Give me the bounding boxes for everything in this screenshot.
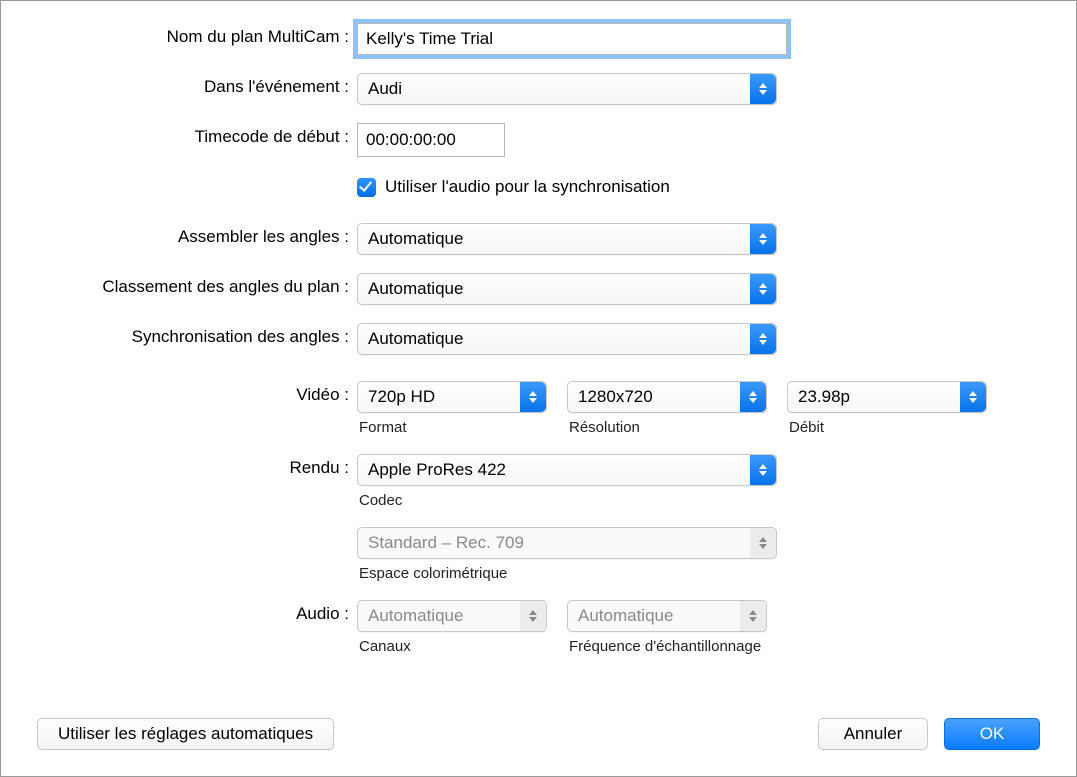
colorspace-select: Standard – Rec. 709 <box>357 527 777 559</box>
audio-channels-sublabel: Canaux <box>357 638 547 655</box>
stepper-icon <box>750 324 776 354</box>
colorspace-sublabel: Espace colorimétrique <box>357 565 507 582</box>
ordering-value: Automatique <box>368 279 463 299</box>
stepper-icon <box>750 274 776 304</box>
audio-samplerate-select: Automatique <box>567 600 767 632</box>
audio-samplerate-value: Automatique <box>578 606 673 626</box>
stepper-icon <box>750 455 776 485</box>
audio-channels-select: Automatique <box>357 600 547 632</box>
audio-samplerate-sublabel: Fréquence d'échantillonnage <box>567 638 767 655</box>
sync-label: Synchronisation des angles : <box>37 323 357 347</box>
audio-label: Audio : <box>37 600 357 624</box>
render-label: Rendu : <box>37 454 357 478</box>
event-select[interactable]: Audi <box>357 73 777 105</box>
video-resolution-select[interactable]: 1280x720 <box>567 381 767 413</box>
start-tc-label: Timecode de début : <box>37 123 357 147</box>
stepper-icon <box>520 601 546 631</box>
stepper-icon <box>520 382 546 412</box>
stepper-icon <box>750 224 776 254</box>
name-input[interactable] <box>357 23 787 55</box>
multicam-settings-dialog: Nom du plan MultiCam : Dans l'événement … <box>0 0 1077 777</box>
assemble-value: Automatique <box>368 229 463 249</box>
video-format-value: 720p HD <box>368 387 435 407</box>
sync-select[interactable]: Automatique <box>357 323 777 355</box>
video-rate-value: 23.98p <box>798 387 850 407</box>
video-resolution-sublabel: Résolution <box>567 419 767 436</box>
video-format-sublabel: Format <box>357 419 547 436</box>
video-label: Vidéo : <box>37 381 357 405</box>
start-tc-input[interactable] <box>357 123 505 157</box>
audio-channels-value: Automatique <box>368 606 463 626</box>
cancel-button[interactable]: Annuler <box>818 718 928 750</box>
stepper-icon <box>750 74 776 104</box>
use-audio-sync-checkbox[interactable]: Utiliser l'audio pour la synchronisation <box>357 177 670 197</box>
colorspace-value: Standard – Rec. 709 <box>368 533 524 553</box>
stepper-icon <box>960 382 986 412</box>
render-codec-sublabel: Codec <box>357 492 402 509</box>
sync-value: Automatique <box>368 329 463 349</box>
assemble-label: Assembler les angles : <box>37 223 357 247</box>
render-codec-select[interactable]: Apple ProRes 422 <box>357 454 777 486</box>
render-codec-value: Apple ProRes 422 <box>368 460 506 480</box>
checkbox-checked-icon <box>357 178 376 197</box>
video-format-select[interactable]: 720p HD <box>357 381 547 413</box>
use-auto-settings-button[interactable]: Utiliser les réglages automatiques <box>37 718 334 750</box>
video-rate-sublabel: Débit <box>787 419 987 436</box>
ok-button[interactable]: OK <box>944 718 1040 750</box>
event-label: Dans l'événement : <box>37 73 357 97</box>
video-resolution-value: 1280x720 <box>578 387 653 407</box>
event-value: Audi <box>368 79 402 99</box>
ordering-select[interactable]: Automatique <box>357 273 777 305</box>
assemble-select[interactable]: Automatique <box>357 223 777 255</box>
video-rate-select[interactable]: 23.98p <box>787 381 987 413</box>
name-label: Nom du plan MultiCam : <box>37 23 357 47</box>
stepper-icon <box>740 601 766 631</box>
stepper-icon <box>750 528 776 558</box>
use-audio-sync-label: Utiliser l'audio pour la synchronisation <box>385 177 670 197</box>
stepper-icon <box>740 382 766 412</box>
ordering-label: Classement des angles du plan : <box>37 273 357 297</box>
